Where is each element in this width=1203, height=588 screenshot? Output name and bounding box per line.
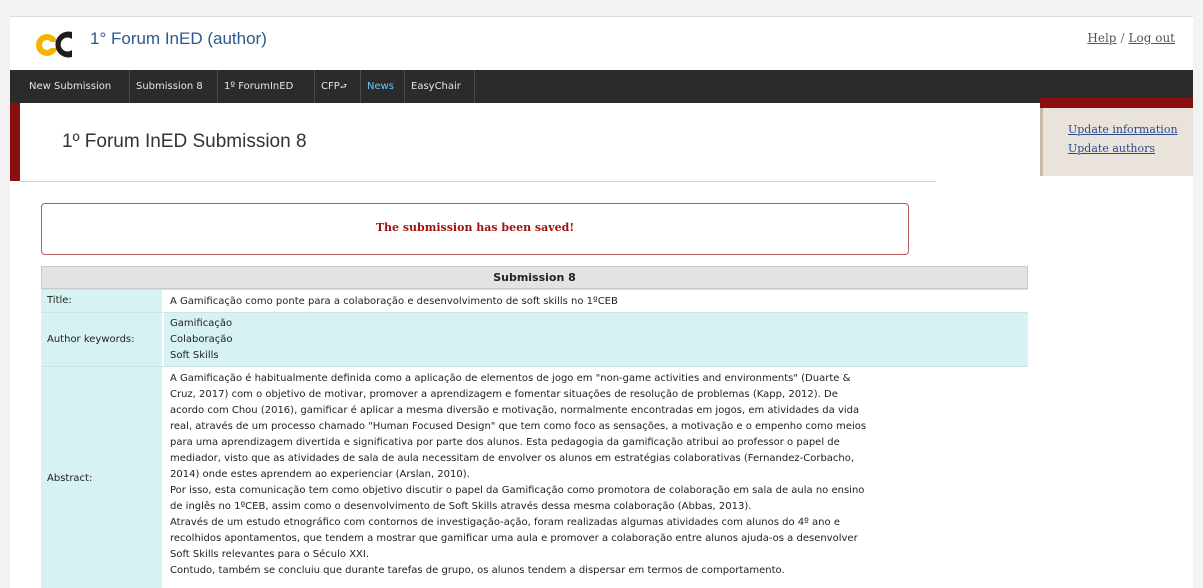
window-frame-left xyxy=(0,16,10,588)
title-label: Title: xyxy=(41,290,162,312)
abstract-line: Contudo, também se concluiu que durante … xyxy=(170,565,785,576)
title-row: Title: A Gamificação como ponte para a c… xyxy=(41,289,1028,313)
abstract-label: Abstract: xyxy=(41,367,162,588)
title-divider xyxy=(20,181,936,182)
sidebar-actions: Update information Update authors xyxy=(1040,108,1193,176)
keywords-row: Author keywords: Gamificação Colaboração… xyxy=(41,313,1028,367)
link-separator: / xyxy=(1120,31,1125,45)
easychair-logo-icon xyxy=(36,31,72,58)
abstract-line: real, através de um processo chamado "Hu… xyxy=(170,421,867,432)
help-link[interactable]: Help xyxy=(1087,31,1116,45)
top-links: Help / Log out xyxy=(1087,31,1175,45)
abstract-line: Soft Skills relevantes para o Século XXI… xyxy=(170,549,370,560)
keyword-item: Soft Skills xyxy=(170,350,219,361)
nav-submission-8[interactable]: Submission 8 xyxy=(130,70,218,103)
submission-table-header: Submission 8 xyxy=(41,266,1028,289)
app-header: 1° Forum InED (author) Help / Log out xyxy=(10,16,1193,71)
window-frame-right xyxy=(1193,16,1203,588)
app-title: 1° Forum InED (author) xyxy=(90,29,267,48)
abstract-line: Através de um estudo etnográfico com con… xyxy=(170,517,840,528)
abstract-line: A Gamificação é habitualmente definida c… xyxy=(170,373,851,384)
title-value: A Gamificação como ponte para a colabora… xyxy=(170,296,618,307)
external-link-icon: ⮐ xyxy=(339,82,347,91)
abstract-line: mediador, visto que as atividades de sal… xyxy=(170,453,855,464)
nav-cfp-label: CFP xyxy=(321,81,340,92)
abstract-line: acordo com Chou (2016), gamificar é apli… xyxy=(170,405,860,416)
abstract-line: de inglês no 1ºCEB, assim como o desenvo… xyxy=(170,501,752,512)
keyword-item: Gamificação xyxy=(170,318,233,329)
status-message: The submission has been saved! xyxy=(375,221,575,234)
keywords-value: Gamificação Colaboração Soft Skills xyxy=(164,313,1028,366)
abstract-line: recolhidos apontamentos, que tendem a mo… xyxy=(170,533,858,544)
nav-forum-ined[interactable]: 1º ForumInED xyxy=(218,70,315,103)
keywords-label: Author keywords: xyxy=(41,313,162,366)
abstract-row: Abstract: A Gamificação é habitualmente … xyxy=(41,367,1028,588)
nav-cfp[interactable]: CFP⮐ xyxy=(315,70,361,103)
update-authors-link[interactable]: Update authors xyxy=(1068,142,1155,155)
update-information-link[interactable]: Update information xyxy=(1068,123,1178,136)
abstract-line: Cruz, 2017) com o objetivo de motivar, p… xyxy=(170,389,838,400)
window-frame-top xyxy=(0,0,1203,16)
abstract-line: Por isso, esta comunicação tem como obje… xyxy=(170,485,865,496)
page-title: 1º Forum InED Submission 8 xyxy=(62,131,307,152)
logout-link[interactable]: Log out xyxy=(1129,31,1175,45)
title-accent-bar xyxy=(10,103,20,181)
abstract-line: para uma aprendizagem divertida e signif… xyxy=(170,437,840,448)
abstract-value: A Gamificação é habitualmente definida c… xyxy=(164,367,1028,588)
keyword-item: Colaboração xyxy=(170,334,233,345)
status-message-box: The submission has been saved! xyxy=(41,203,909,255)
nav-news[interactable]: News xyxy=(361,70,405,103)
sidebar-accent-bar xyxy=(1040,98,1193,108)
main-nav: New Submission Submission 8 1º ForumInED… xyxy=(10,70,1193,103)
nav-new-submission[interactable]: New Submission xyxy=(23,70,130,103)
nav-easychair[interactable]: EasyChair xyxy=(405,70,475,103)
abstract-line: 2014) onde estes aprendem ao experiencia… xyxy=(170,469,470,480)
